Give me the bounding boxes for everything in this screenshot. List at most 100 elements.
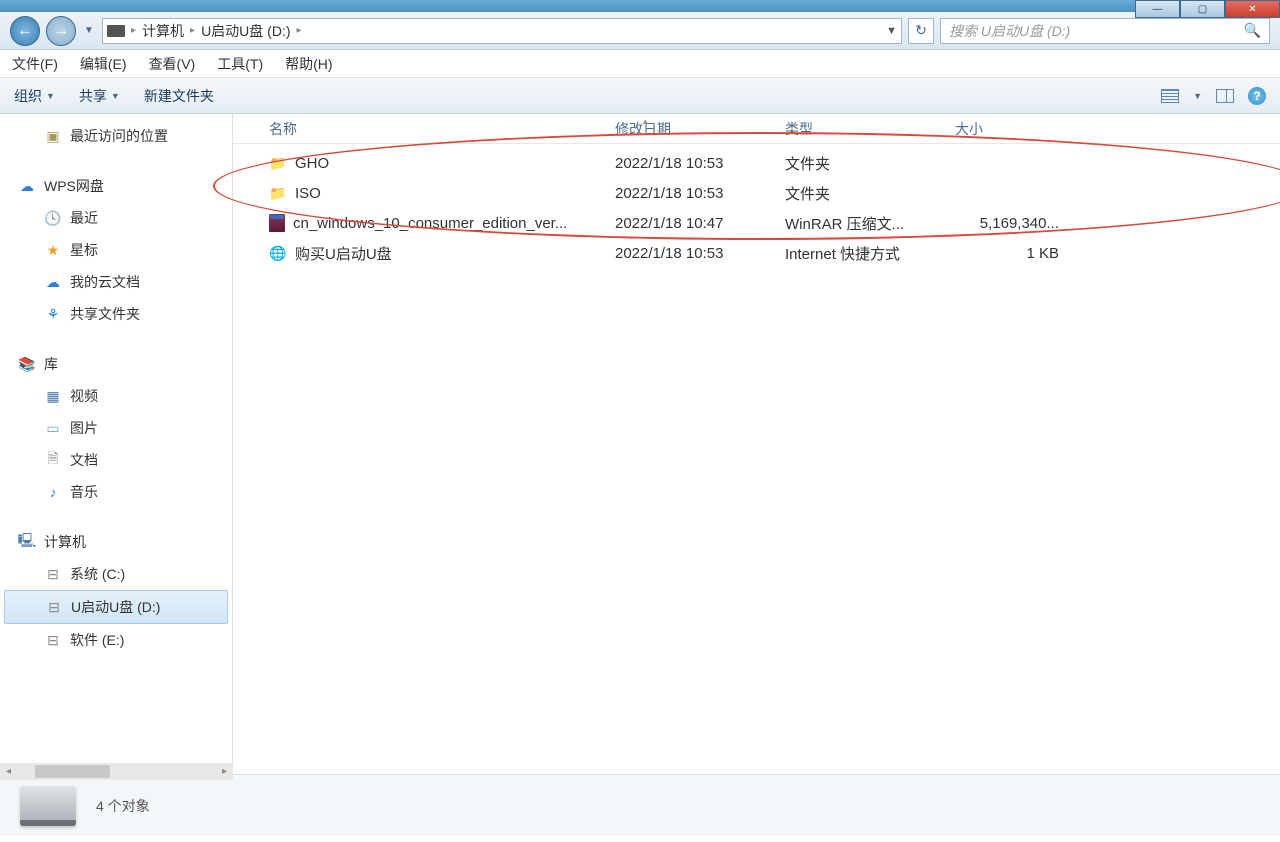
preview-pane-button[interactable] [1216,89,1234,103]
menu-edit[interactable]: 编辑(E) [80,54,127,74]
file-row[interactable]: 🌐 购买U启动U盘 2022/1/18 10:53Internet 快捷方式1 KB [233,238,1280,268]
chevron-down-icon: ▼ [111,91,120,101]
help-button[interactable]: ? [1248,87,1266,105]
chevron-down-icon[interactable]: ▼ [1193,91,1202,101]
sidebar-item-documents[interactable]: 🗎文档 [0,444,232,476]
menu-view[interactable]: 查看(V) [149,54,196,74]
file-size: 1 KB [947,245,1067,262]
chevron-down-icon: ▼ [46,91,55,101]
cloud-icon: ☁ [44,274,62,290]
clock-icon: 🕓 [44,210,62,226]
menu-help[interactable]: 帮助(H) [285,54,332,74]
drive-icon: ⊟ [45,599,63,615]
sidebar-item-pictures[interactable]: ▭图片 [0,412,232,444]
menu-tools[interactable]: 工具(T) [217,54,263,74]
file-name: 购买U启动U盘 [295,243,392,264]
sort-indicator-icon: ▴ [643,116,648,127]
sidebar-item-star[interactable]: ★星标 [0,234,232,266]
chevron-down-icon[interactable]: ▼ [886,25,897,37]
address-bar[interactable]: ▸ 计算机 ▸ U启动U盘 (D:) ▸ ▼ [102,18,902,44]
picture-icon: ▭ [44,420,62,436]
column-headers: ▴ 名称 修改日期 类型 大小 [233,114,1280,144]
close-button[interactable]: ✕ [1225,0,1280,18]
share-button[interactable]: 共享 ▼ [79,86,120,106]
drive-icon: ⊟ [44,566,62,582]
file-type: Internet 快捷方式 [777,243,947,264]
new-folder-button[interactable]: 新建文件夹 [144,86,214,106]
minimize-button[interactable]: — [1135,0,1180,18]
file-size: 5,169,340... [947,215,1067,232]
scroll-right-icon[interactable]: ▸ [216,766,233,777]
scrollbar-thumb[interactable] [35,765,110,778]
maximize-button[interactable]: ▢ [1180,0,1225,18]
chevron-right-icon: ▸ [190,25,195,36]
menubar: 文件(F) 编辑(E) 查看(V) 工具(T) 帮助(H) [0,50,1280,78]
menu-file[interactable]: 文件(F) [12,54,58,74]
video-icon: ▦ [44,388,62,404]
organize-button[interactable]: 组织 ▼ [14,86,55,106]
sidebar-item-drive-e[interactable]: ⊟软件 (E:) [0,624,232,656]
file-name: ISO [295,185,321,202]
recent-icon: ▣ [44,128,62,144]
column-size[interactable]: 大小 [947,114,1067,143]
sidebar-item-computer[interactable]: 🖳计算机 [0,526,232,558]
sidebar-item-music[interactable]: ♪音乐 [0,476,232,508]
status-text: 4 个对象 [96,796,150,816]
file-list: ▴ 名称 修改日期 类型 大小 📁GHO2022/1/18 10:53文件夹📁I… [233,114,1280,774]
titlebar: — ▢ ✕ [0,0,1280,12]
file-date: 2022/1/18 10:53 [607,185,777,202]
chevron-right-icon: ▸ [297,25,302,36]
drive-icon [107,25,125,37]
file-name: GHO [295,155,329,172]
refresh-button[interactable]: ↻ [908,18,934,44]
sidebar-item-recent-places[interactable]: ▣最近访问的位置 [0,120,232,152]
internet-shortcut-icon: 🌐 [269,245,287,261]
column-date[interactable]: 修改日期 [607,114,777,143]
back-button[interactable]: ← [10,16,40,46]
file-row[interactable]: 📁 ISO 2022/1/18 10:53文件夹 [233,178,1280,208]
file-type: 文件夹 [777,153,947,174]
nav-history-dropdown[interactable]: ▼ [82,25,96,36]
sidebar-scrollbar[interactable]: ◂ ▸ [0,763,233,780]
sidebar-item-drive-c[interactable]: ⊟系统 (C:) [0,558,232,590]
search-input[interactable]: 搜索 U启动U盘 (D:) 🔍 [940,18,1270,44]
address-row: ← → ▼ ▸ 计算机 ▸ U启动U盘 (D:) ▸ ▼ ↻ 搜索 U启动U盘 … [0,12,1280,50]
file-date: 2022/1/18 10:47 [607,215,777,232]
breadcrumb-drive[interactable]: U启动U盘 (D:) [201,21,290,41]
column-name[interactable]: 名称 [261,114,607,143]
archive-icon [269,214,285,232]
drive-icon [20,786,76,826]
file-name: cn_windows_10_consumer_edition_ver... [293,215,567,232]
document-icon: 🗎 [44,452,62,468]
share-icon: ⚘ [44,306,62,322]
search-placeholder: 搜索 U启动U盘 (D:) [949,21,1070,41]
sidebar-item-libraries[interactable]: 📚库 [0,348,232,380]
library-icon: 📚 [18,356,36,372]
file-row[interactable]: 📁 GHO 2022/1/18 10:53文件夹 [233,148,1280,178]
scroll-left-icon[interactable]: ◂ [0,766,17,777]
status-bar: 4 个对象 [0,774,1280,836]
search-icon: 🔍 [1244,22,1261,39]
file-type: 文件夹 [777,183,947,204]
breadcrumb-computer[interactable]: 计算机 [142,21,184,41]
chevron-right-icon: ▸ [131,25,136,36]
folder-icon: 📁 [269,185,287,201]
sidebar-item-videos[interactable]: ▦视频 [0,380,232,412]
sidebar-item-wps[interactable]: ☁WPS网盘 [0,170,232,202]
computer-icon: 🖳 [18,534,36,550]
file-row[interactable]: cn_windows_10_consumer_edition_ver... 202… [233,208,1280,238]
file-type: WinRAR 压缩文... [777,213,947,234]
file-date: 2022/1/18 10:53 [607,245,777,262]
file-date: 2022/1/18 10:53 [607,155,777,172]
view-options-button[interactable] [1161,89,1179,103]
toolbar: 组织 ▼ 共享 ▼ 新建文件夹 ▼ ? [0,78,1280,114]
sidebar: ▣最近访问的位置 ☁WPS网盘 🕓最近 ★星标 ☁我的云文档 ⚘共享文件夹 📚库… [0,114,233,774]
folder-icon: 📁 [269,155,287,171]
forward-button[interactable]: → [46,16,76,46]
sidebar-item-cloud-docs[interactable]: ☁我的云文档 [0,266,232,298]
sidebar-item-drive-d[interactable]: ⊟U启动U盘 (D:) [4,590,228,624]
sidebar-item-recent[interactable]: 🕓最近 [0,202,232,234]
star-icon: ★ [44,242,62,258]
column-type[interactable]: 类型 [777,114,947,143]
sidebar-item-shared[interactable]: ⚘共享文件夹 [0,298,232,330]
